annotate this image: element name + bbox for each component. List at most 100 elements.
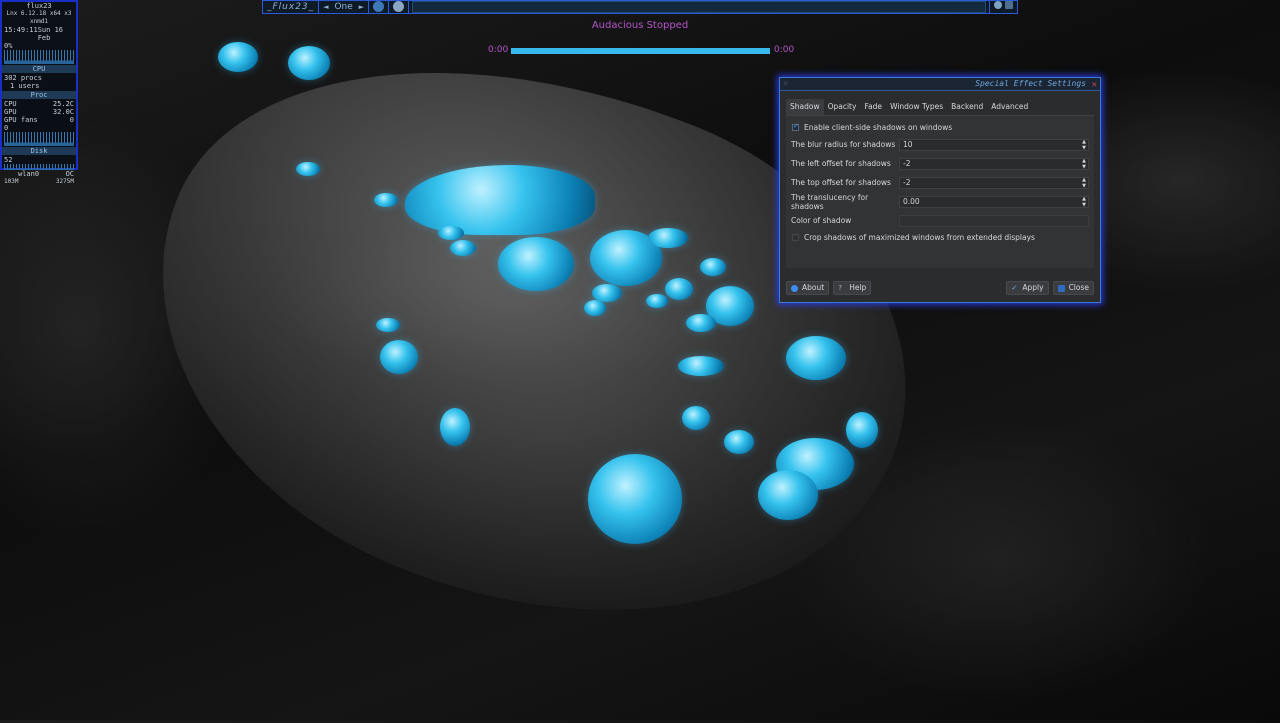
toolbar-title[interactable]: _Flux23_ — [263, 1, 320, 13]
check-icon: ✓ — [1011, 283, 1018, 292]
translucency-value: 0.00 — [903, 196, 920, 206]
blur-radius-value: 10 — [903, 139, 913, 149]
crop-shadows-label: Crop shadows of maximized windows from e… — [804, 233, 1035, 242]
clock-date: Sun 16 Feb — [37, 26, 64, 42]
enable-shadows-row[interactable]: Enable client-side shadows on windows — [786, 120, 1094, 135]
window-menu-icon[interactable]: ✕ — [783, 78, 788, 90]
about-button[interactable]: About — [786, 281, 830, 295]
net-down: 103M — [4, 178, 19, 185]
audacious-total: 0:00 — [774, 45, 795, 55]
close-icon[interactable]: ✕ — [1092, 79, 1097, 91]
net-iface: wlan0 — [18, 170, 40, 178]
toolbar-app-icon-2[interactable] — [389, 1, 410, 13]
cpu-temp: 25.2C — [52, 100, 74, 108]
blur-radius-row: The blur radius for shadows 10 ▲ ▼ — [786, 135, 1094, 154]
clock-row: 15:49:11 Sun 16 Feb — [2, 26, 76, 42]
crop-shadows-row[interactable]: Crop shadows of maximized windows from e… — [786, 230, 1094, 245]
blur-radius-spinbox[interactable]: 10 ▲ ▼ — [899, 138, 1089, 151]
clock-time: 15:49:11 — [4, 26, 38, 34]
gpu-fans-row: GPU fans 0 — [2, 116, 76, 124]
cpu-pct-row: 0% — [2, 42, 76, 50]
workspace-switcher: ◄ One ► — [319, 1, 370, 13]
net-graph — [4, 164, 74, 170]
network-icon[interactable] — [994, 1, 1003, 9]
shadow-color-row: Color of shadow — [786, 211, 1094, 230]
tab-shadow[interactable]: Shadow — [786, 99, 824, 115]
apply-button[interactable]: ✓ Apply — [1006, 281, 1049, 295]
disk-header: Disk — [2, 147, 76, 155]
users: 1 users — [10, 82, 40, 90]
gpu-fans: 0 — [69, 116, 74, 124]
gpu-temp-row: GPU 32.0C — [2, 108, 76, 116]
help-button[interactable]: ? Help — [833, 281, 872, 295]
tab-window-types[interactable]: Window Types — [886, 99, 947, 115]
top-offset-row: The top offset for shadows -2 ▲ ▼ — [786, 173, 1094, 192]
tray-grid-icon[interactable] — [1005, 1, 1013, 9]
spin-arrows-icon[interactable]: ▲ ▼ — [1082, 196, 1086, 208]
blur-radius-label: The blur radius for shadows — [791, 140, 896, 149]
special-effect-settings-dialog: ✕ Special Effect Settings ✕ Shadow Opaci… — [779, 77, 1101, 303]
top-offset-label: The top offset for shadows — [791, 178, 891, 187]
workspace-name: One — [334, 2, 353, 12]
next-workspace-button[interactable]: ► — [359, 3, 364, 11]
procs: 302 procs — [4, 74, 42, 82]
users-row: 1 users — [2, 82, 76, 90]
tab-backend[interactable]: Backend — [947, 99, 987, 115]
close-button[interactable]: Close — [1052, 281, 1094, 295]
enable-shadows-checkbox[interactable] — [792, 122, 799, 131]
tab-opacity[interactable]: Opacity — [824, 99, 861, 115]
audacious-status: Audacious Stopped — [591, 20, 689, 31]
gpu-fans-label: GPU fans — [4, 116, 38, 124]
shadow-color-picker[interactable] — [899, 214, 1089, 227]
tab-bar: Shadow Opacity Fade Window Types Backend… — [786, 99, 1094, 115]
cpu-temp-label: CPU — [4, 100, 17, 108]
disk-val-row: 52 — [2, 156, 76, 164]
toolbar-app-icon-1[interactable] — [369, 1, 390, 13]
about-button-label: About — [802, 283, 825, 292]
audacious-progress-bar[interactable] — [511, 48, 770, 54]
info-icon — [791, 284, 798, 292]
enable-shadows-label: Enable client-side shadows on windows — [804, 123, 953, 132]
spin-arrows-icon[interactable]: ▲ ▼ — [1082, 139, 1086, 151]
settings-app-icon — [393, 1, 405, 12]
fluxbox-toolbar: _Flux23_ ◄ One ► — [262, 0, 1018, 14]
top-offset-spinbox[interactable]: -2 ▲ ▼ — [899, 176, 1089, 189]
left-offset-label: The left offset for shadows — [791, 159, 891, 168]
net-state: OC — [65, 170, 74, 178]
tab-advanced[interactable]: Advanced — [987, 99, 1032, 115]
prev-workspace-button[interactable]: ◄ — [323, 3, 328, 11]
left-offset-spinbox[interactable]: -2 ▲ ▼ — [899, 157, 1089, 170]
shadow-color-label: Color of shadow — [791, 216, 852, 225]
left-offset-value: -2 — [903, 158, 911, 168]
cpu-temp-row: CPU 25.2C — [2, 100, 76, 108]
top-offset-value: -2 — [903, 177, 911, 187]
cpu-header: CPU — [2, 65, 76, 73]
crop-shadows-checkbox[interactable] — [792, 234, 799, 241]
translucency-row: The translucency for shadows 0.00 ▲ ▼ — [786, 192, 1094, 211]
disk-val: 52 — [4, 156, 13, 164]
audacious-elapsed: 0:00 — [488, 45, 509, 55]
translucency-spinbox[interactable]: 0.00 ▲ ▼ — [899, 195, 1089, 208]
system-monitor: flux23 Lnx 6.12.18 x64 x3 xnmd1 15:49:11… — [0, 0, 78, 185]
button-spacer — [875, 281, 1006, 295]
spin-arrows-icon[interactable]: ▲ ▼ — [1082, 177, 1086, 189]
procs-row: 302 procs — [2, 74, 76, 82]
net-rates-row: 103M 3275M — [2, 178, 76, 186]
iconbar[interactable] — [412, 1, 987, 13]
link-icon — [373, 1, 385, 12]
hostname: flux23 — [26, 2, 52, 10]
gpu-temp: 32.0C — [52, 108, 74, 116]
close-window-icon — [1057, 284, 1065, 292]
close-button-label: Close — [1068, 283, 1089, 292]
cpu-pct: 0% — [4, 42, 13, 50]
spin-arrows-icon[interactable]: ▲ ▼ — [1082, 158, 1086, 170]
help-button-label: Help — [849, 283, 867, 292]
proc-header: Proc — [2, 91, 76, 99]
shadow-panel: Enable client-side shadows on windows Th… — [786, 115, 1094, 268]
gpu-temp-label: GPU — [4, 108, 17, 116]
dialog-titlebar[interactable]: ✕ Special Effect Settings ✕ — [780, 78, 1100, 91]
apply-button-label: Apply — [1022, 283, 1044, 292]
net-iface-row: wlan0 OC — [2, 170, 76, 178]
tab-fade[interactable]: Fade — [860, 99, 886, 115]
dialog-button-row: About ? Help ✓ Apply Close — [786, 281, 1094, 295]
